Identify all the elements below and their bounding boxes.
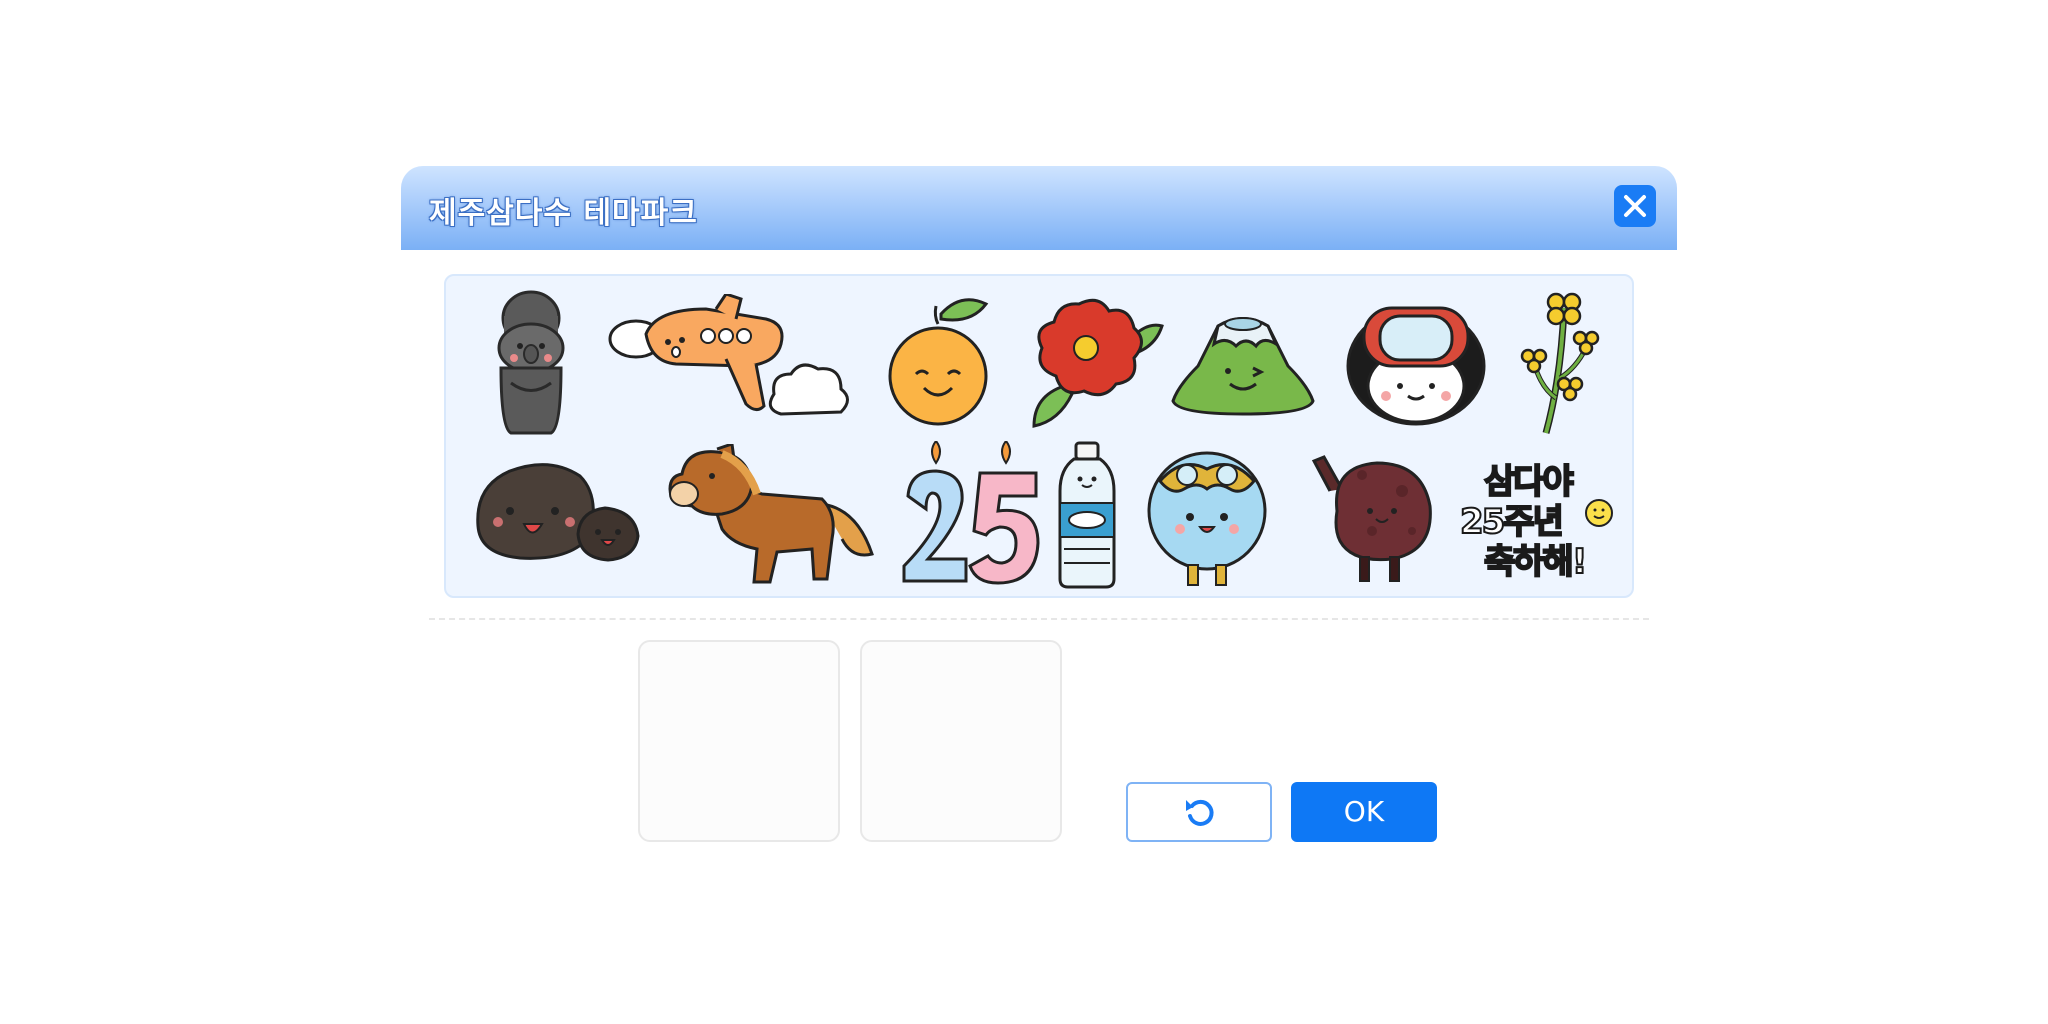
- sticker-candles-25[interactable]: [898, 441, 1043, 591]
- sticker-camellia-flower[interactable]: [1024, 296, 1164, 431]
- section-divider: [429, 618, 1649, 620]
- sticker-anniversary-text[interactable]: 삼다야 25주년 축하해!: [1456, 454, 1616, 584]
- dialog-title: 제주삼다수 테마파크: [429, 196, 698, 231]
- sticker-tangerine[interactable]: [886, 294, 996, 434]
- selected-sticker-slot-2[interactable]: [860, 640, 1062, 842]
- reset-icon: [1186, 799, 1214, 826]
- reset-button[interactable]: [1126, 782, 1272, 842]
- smiley-icon: [1585, 499, 1613, 527]
- sticker-jeju-horse[interactable]: [662, 444, 882, 589]
- close-button[interactable]: [1614, 185, 1656, 227]
- sticker-basalt-rocks[interactable]: [470, 456, 645, 566]
- sticker-hallasan-mountain[interactable]: [1168, 306, 1318, 416]
- ok-button[interactable]: OK: [1291, 782, 1437, 842]
- sticker-airplane[interactable]: [596, 294, 856, 434]
- sticker-diver-girl[interactable]: [1344, 298, 1489, 428]
- sticker-dol-hareubang[interactable]: [486, 288, 576, 438]
- dialog-titlebar: 제주삼다수 테마파크: [401, 166, 1677, 250]
- sticker-volcanic-stone-character[interactable]: [1302, 451, 1442, 586]
- sticker-water-bottle[interactable]: [1052, 441, 1122, 591]
- selected-sticker-slot-1[interactable]: [638, 640, 840, 842]
- sticker-canola-flower[interactable]: [1516, 288, 1606, 438]
- sticker-dialog: 제주삼다수 테마파크 삼다야 25주년 축하해! OK: [401, 166, 1677, 856]
- anniversary-line3: 축하해!: [1483, 541, 1588, 583]
- sticker-water-drop-character[interactable]: [1142, 441, 1272, 589]
- sticker-panel: 삼다야 25주년 축하해!: [444, 274, 1634, 598]
- close-icon: [1624, 195, 1646, 217]
